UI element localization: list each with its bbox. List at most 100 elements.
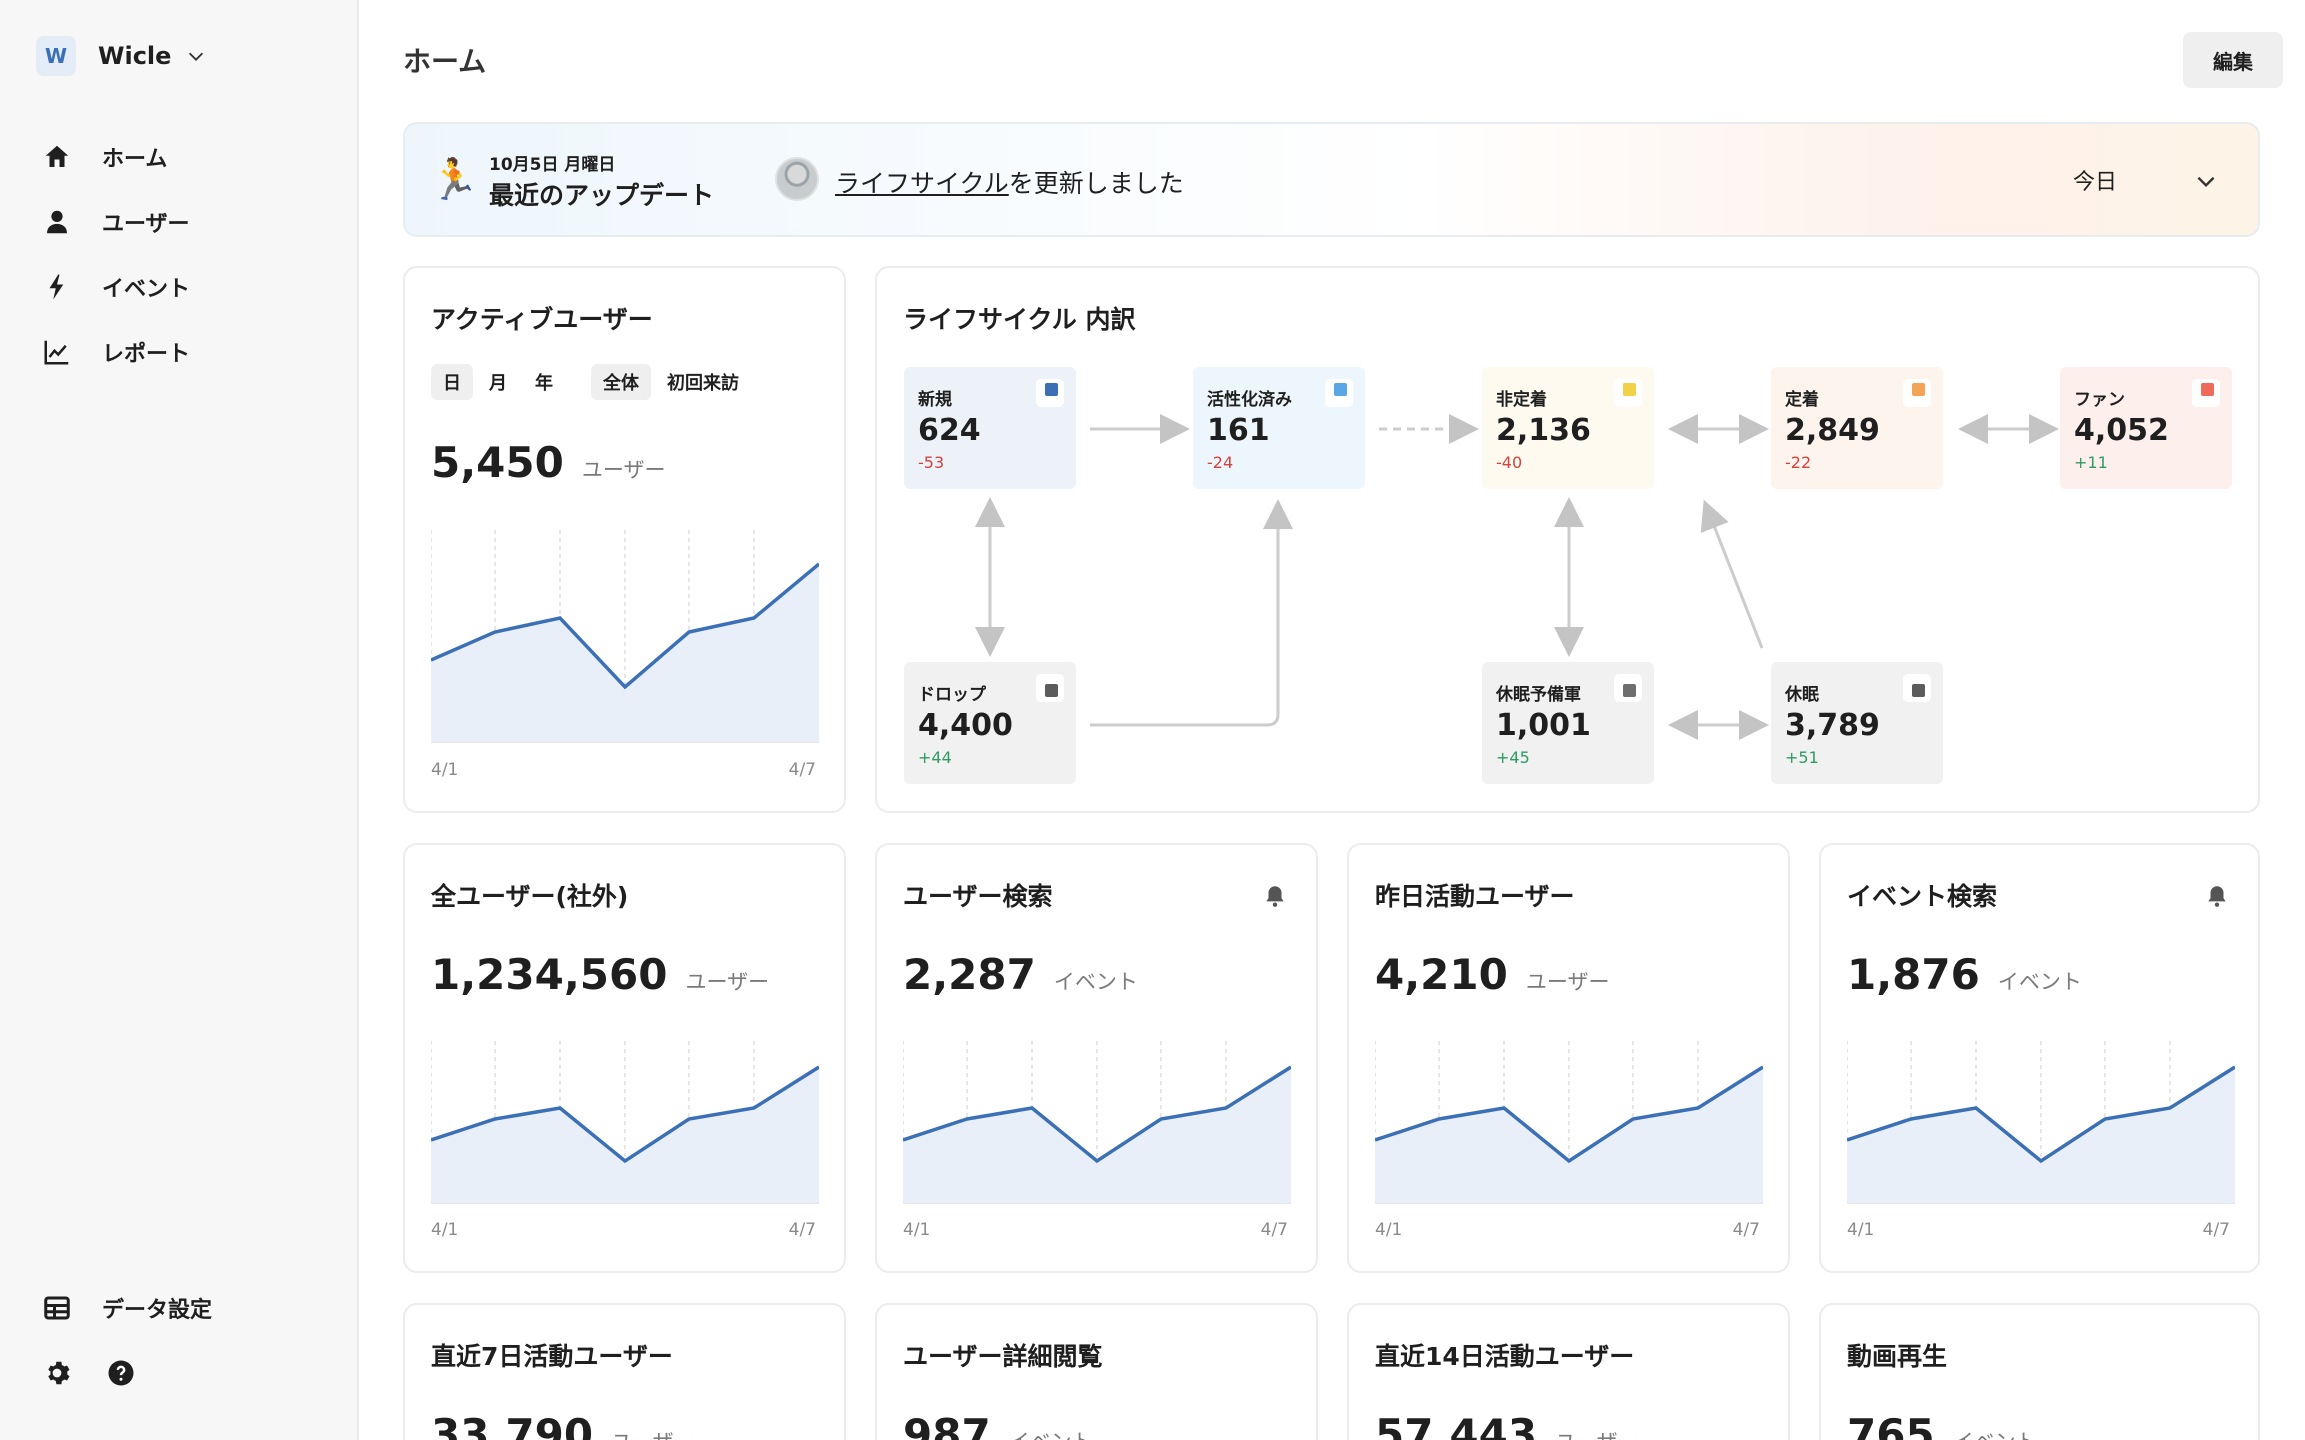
lifecycle-node-new[interactable]: 新規 624 -53 [904,367,1076,489]
x-end-label: 4/7 [2202,1220,2230,1240]
metric-value: 765 [1847,1410,1935,1440]
sidebar-nav: ホーム ユーザー イベント レポート [42,124,190,384]
sidebar-item-data-settings[interactable]: データ設定 [42,1288,212,1328]
metric-unit: イベント [1953,1426,2037,1440]
home-icon [45,145,69,167]
node-swatch [1614,674,1642,702]
lifecycle-link[interactable]: ライフサイクル [835,169,1009,198]
node-delta: -24 [1207,453,1234,472]
metric-card-yesterday-active[interactable]: 昨日活動ユーザー 4,210 ユーザー 4/1 4/7 [1347,843,1790,1273]
bell-icon[interactable] [2204,883,2230,909]
node-delta: +51 [1785,748,1819,767]
node-value: 161 [1207,413,1270,448]
metric-value: 4,210 [1375,950,1508,999]
page-title: ホーム [403,45,487,78]
user-icon [47,210,67,233]
lifecycle-node-fan[interactable]: ファン 4,052 +11 [2060,367,2232,489]
avatar [775,157,819,201]
node-name: 休眠予備軍 [1496,685,1581,705]
sidebar-item-label: データ設定 [102,1298,213,1323]
sparkline-chart [431,1041,819,1204]
sidebar: W Wicle ホーム ユーザー イベント レポート データ設定 [0,0,359,1440]
workspace-badge: W [36,36,76,76]
metric-card-user-search[interactable]: ユーザー検索 2,287 イベント 4/1 4/7 [875,843,1318,1273]
banner-title: 最近のアップデート [489,181,715,210]
active-users-card: アクティブユーザー 日 月 年 全体 初回来訪 5,450 ユーザー 4/1 4… [403,266,846,813]
card-title: イベント検索 [1847,882,1998,911]
segment-year[interactable]: 年 [523,364,565,400]
sidebar-item-label: イベント [102,276,191,302]
x-end-label: 4/7 [1260,1220,1288,1240]
metric-unit: ユーザー [611,1426,695,1440]
sidebar-item-label: ホーム [102,146,168,172]
segment-month[interactable]: 月 [477,364,519,400]
settings-gear-icon[interactable] [42,1358,72,1388]
metric-unit: イベント [1997,970,2082,994]
lifecycle-card: ライフサイクル 内訳 新規 624 -53 活性化済み 161 -24 非定着 … [875,266,2260,813]
card-title: 直近14日活動ユーザー [1375,1342,1635,1371]
metric-card-14day-active[interactable]: 直近14日活動ユーザー 57,443 ユーザー [1347,1303,1790,1440]
metric-card-event-search[interactable]: イベント検索 1,876 イベント 4/1 4/7 [1819,843,2260,1273]
metric-value: 987 [903,1410,991,1440]
lifecycle-node-dormant[interactable]: 休眠 3,789 +51 [1771,662,1943,784]
update-banner[interactable]: 🏃 10月5日 月曜日 最近のアップデート ライフサイクルを更新しました 今日 [403,122,2260,237]
segment-all[interactable]: 全体 [591,364,651,400]
metric-card-video-play[interactable]: 動画再生 765 イベント [1819,1303,2260,1440]
node-name: 活性化済み [1207,390,1292,410]
metric: 4,210 ユーザー [1375,950,1609,999]
metric-unit: イベント [1053,970,1138,994]
segment-day[interactable]: 日 [431,364,473,400]
lifecycle-node-dormant-reserve[interactable]: 休眠予備軍 1,001 +45 [1482,662,1654,784]
bell-icon[interactable] [1262,883,1288,909]
chart-line-icon [44,340,69,364]
metric-value: 1,876 [1847,950,1980,999]
metric: 987 イベント [903,1410,1093,1440]
help-icon[interactable] [106,1358,136,1388]
metric-card-7day-active[interactable]: 直近7日活動ユーザー 33,790 ユーザー [403,1303,846,1440]
lifecycle-node-activated[interactable]: 活性化済み 161 -24 [1193,367,1365,489]
card-title: アクティブユーザー [431,305,653,334]
sidebar-item-home[interactable]: ホーム [42,124,190,189]
node-delta: -40 [1496,453,1523,472]
metric-card-all-users[interactable]: 全ユーザー(社外) 1,234,560 ユーザー 4/1 4/7 [403,843,846,1273]
chevron-down-icon [189,52,204,61]
metric-unit: イベント [1009,1426,1093,1440]
sidebar-item-users[interactable]: ユーザー [42,189,190,254]
banner-date: 10月5日 月曜日 [489,155,616,175]
segment-first-visit[interactable]: 初回来訪 [655,364,751,400]
x-start-label: 4/1 [1375,1220,1403,1240]
sidebar-item-reports[interactable]: レポート [42,319,190,384]
x-end-label: 4/7 [788,1220,816,1240]
sidebar-item-label: レポート [102,341,191,367]
lifecycle-node-settled[interactable]: 定着 2,849 -22 [1771,367,1943,489]
metric-value: 1,234,560 [431,950,668,999]
card-title: 動画再生 [1847,1342,1948,1371]
metric-unit: ユーザー [1525,970,1610,994]
node-value: 3,789 [1785,708,1880,743]
x-start-label: 4/1 [903,1220,931,1240]
node-name: ファン [2074,390,2125,410]
workspace-switcher[interactable]: W Wicle [36,36,207,76]
edit-button[interactable]: 編集 [2183,32,2283,88]
x-end-label: 4/7 [788,760,816,780]
chevron-down-icon[interactable] [2193,168,2219,194]
metric: 1,876 イベント [1847,950,2082,999]
node-swatch [1036,379,1064,407]
bolt-icon [49,274,64,299]
node-name: 非定着 [1496,390,1547,410]
lifecycle-node-unsettled[interactable]: 非定着 2,136 -40 [1482,367,1654,489]
sidebar-item-events[interactable]: イベント [42,254,190,319]
lifecycle-node-drop[interactable]: ドロップ 4,400 +44 [904,662,1076,784]
range-select[interactable]: 今日 [2073,164,2117,196]
metric-value: 5,450 [431,438,564,487]
card-title: 全ユーザー(社外) [431,882,629,911]
node-swatch [1614,379,1642,407]
metric-card-user-detail-view[interactable]: ユーザー詳細閲覧 987 イベント [875,1303,1318,1440]
node-value: 4,052 [2074,413,2169,448]
node-value: 2,136 [1496,413,1591,448]
metric-unit: ユーザー [685,970,770,994]
x-start-label: 4/1 [431,760,459,780]
sidebar-item-label: ユーザー [102,211,190,237]
metric: 1,234,560 ユーザー [431,950,769,999]
sparkline-chart [903,1041,1291,1204]
